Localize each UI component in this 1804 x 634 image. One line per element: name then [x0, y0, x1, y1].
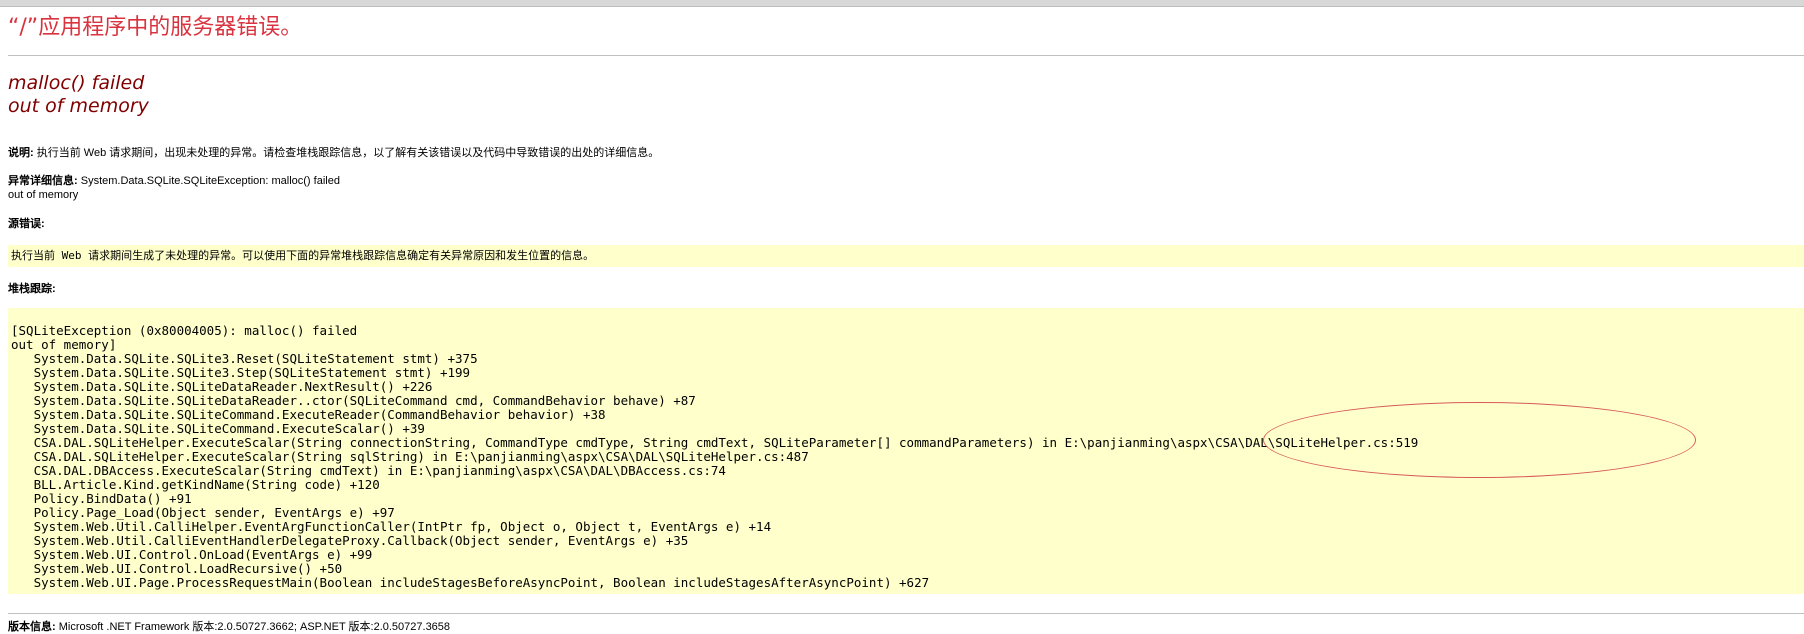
stack-trace-line: System.Web.Util.CalliHelper.EventArgFunc… [11, 519, 772, 534]
stack-trace-line: System.Web.Util.CalliEventHandlerDelegat… [11, 533, 689, 548]
stack-trace-line: CSA.DAL.SQLiteHelper.ExecuteScalar(Strin… [11, 449, 809, 464]
error-message: malloc() failed out of memory [8, 72, 149, 118]
stack-trace-label: 堆栈跟踪: [8, 283, 56, 295]
stack-trace-line: System.Data.SQLite.SQLite3.Step(SQLiteSt… [11, 365, 471, 380]
description-label: 说明: [8, 147, 34, 159]
stack-trace-line: System.Data.SQLite.SQLiteDataReader.Next… [11, 379, 433, 394]
version-info-section: 版本信息: Microsoft .NET Framework 版本:2.0.50… [8, 620, 450, 634]
stack-trace-line: System.Web.UI.Page.ProcessRequestMain(Bo… [11, 575, 930, 590]
exception-details-label: 异常详细信息: [8, 175, 78, 187]
exception-details-text-line-2: out of memory [8, 189, 79, 201]
exception-details-section: 异常详细信息: System.Data.SQLite.SQLiteExcepti… [8, 174, 340, 202]
page-title: “/”应用程序中的服务器错误。 [8, 15, 303, 40]
bottom-divider [8, 613, 1804, 614]
stack-trace-line: [SQLiteException (0x80004005): malloc() … [11, 323, 358, 338]
stack-trace-line: out of memory] [11, 337, 117, 352]
stack-trace-line: System.Data.SQLite.SQLite3.Reset(SQLiteS… [11, 351, 478, 366]
stack-trace-line: CSA.DAL.DBAccess.ExecuteScalar(String cm… [11, 463, 726, 478]
stack-trace-line: Policy.Page_Load(Object sender, EventArg… [11, 505, 395, 520]
exception-details-text: System.Data.SQLite.SQLiteException: mall… [77, 175, 340, 187]
stack-trace-line: System.Data.SQLite.SQLiteCommand.Execute… [11, 407, 606, 422]
error-message-line-1: malloc() failed [8, 72, 145, 94]
top-divider [8, 55, 1804, 56]
browser-top-edge [0, 0, 1804, 7]
stack-trace-line: BLL.Article.Kind.getKindName(String code… [11, 477, 380, 492]
error-message-line-2: out of memory [8, 95, 149, 117]
stack-trace-line: Policy.BindData() +91 [11, 491, 192, 506]
source-error-label: 源错误: [8, 218, 45, 230]
stack-trace-line: System.Web.UI.Control.OnLoad(EventArgs e… [11, 547, 373, 562]
stack-trace-line: CSA.DAL.SQLiteHelper.ExecuteScalar(Strin… [11, 435, 1419, 450]
stack-trace-line: System.Web.UI.Control.LoadRecursive() +5… [11, 561, 343, 576]
description-section: 说明: 执行当前 Web 请求期间，出现未处理的异常。请检查堆栈跟踪信息，以了解… [8, 146, 659, 160]
stack-trace-line: System.Data.SQLite.SQLiteCommand.Execute… [11, 421, 425, 436]
stack-trace-box: [SQLiteException (0x80004005): malloc() … [8, 308, 1804, 594]
stack-trace-line: System.Data.SQLite.SQLiteDataReader..cto… [11, 393, 696, 408]
description-text: 执行当前 Web 请求期间，出现未处理的异常。请检查堆栈跟踪信息，以了解有关该错… [33, 147, 660, 159]
error-page: “/”应用程序中的服务器错误。 malloc() failed out of m… [8, 10, 1804, 633]
source-error-box: 执行当前 Web 请求期间生成了未处理的异常。可以使用下面的异常堆栈跟踪信息确定… [8, 245, 1804, 267]
